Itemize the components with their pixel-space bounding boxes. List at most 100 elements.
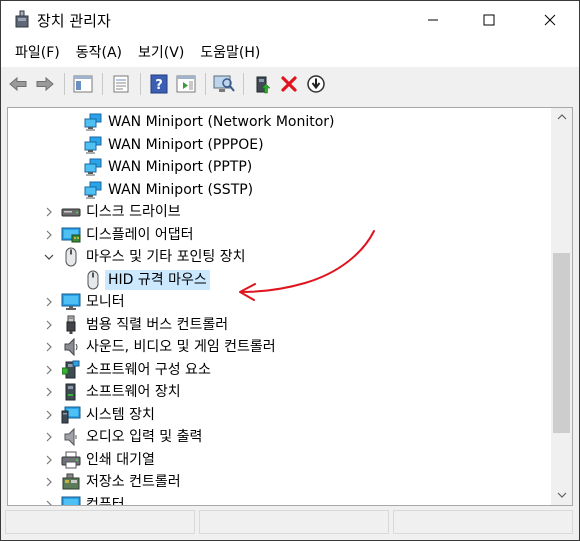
action-pane-button[interactable] (173, 71, 199, 97)
device-manager-window: 장치 관리자 파일(F) 동작(A) 보기(V) 도움말(H) ? WAN Mi… (0, 0, 580, 541)
status-cell (199, 510, 389, 534)
chevron-down-icon (557, 492, 566, 498)
toolbar-separator (102, 73, 103, 95)
status-cell (5, 510, 195, 534)
storage-controller-icon (61, 472, 81, 492)
device-tree-panel: WAN Miniport (Network Monitor) WAN Minipo… (7, 107, 573, 506)
tree-item[interactable]: 디스플레이 어댑터 (8, 224, 551, 247)
printer-icon (61, 450, 81, 470)
minimize-button[interactable] (410, 1, 456, 39)
tree-item-label: 범용 직렬 버스 컨트롤러 (86, 316, 229, 333)
tree-item[interactable]: 디스크 드라이브 (8, 201, 551, 224)
title-bar[interactable]: 장치 관리자 (1, 1, 579, 39)
tree-item[interactable]: 소프트웨어 장치 (8, 381, 551, 404)
menu-bar: 파일(F) 동작(A) 보기(V) 도움말(H) (1, 39, 579, 67)
menu-view[interactable]: 보기(V) (130, 41, 192, 65)
tree-item-label: 인쇄 대기열 (86, 451, 155, 468)
tree-item[interactable]: 저장소 컨트롤러 (8, 471, 551, 494)
close-button[interactable] (527, 1, 573, 39)
show-hide-tree-icon (73, 75, 93, 93)
tree-item-label: WAN Miniport (Network Monitor) (108, 114, 335, 130)
chevron-right-icon[interactable] (43, 296, 55, 308)
forward-button[interactable] (32, 71, 58, 97)
vertical-scrollbar[interactable] (551, 108, 572, 505)
tree-item-label: 모니터 (86, 294, 125, 310)
network-adapter-icon (83, 157, 103, 177)
mouse-icon (83, 270, 103, 290)
display-adapter-icon (61, 225, 81, 245)
chevron-right-icon[interactable] (43, 364, 55, 376)
device-tree: WAN Miniport (Network Monitor) WAN Minipo… (8, 111, 551, 506)
software-component-icon (61, 360, 81, 380)
system-device-icon (61, 405, 81, 425)
chevron-right-icon[interactable] (43, 409, 55, 421)
action-pane-icon (176, 75, 196, 93)
tree-item[interactable]: 인쇄 대기열 (8, 449, 551, 472)
tree-item-label: WAN Miniport (PPPOE) (108, 136, 264, 153)
tree-item[interactable]: WAN Miniport (PPPOE) (8, 134, 551, 157)
toolbar-separator (140, 73, 141, 95)
tree-item[interactable]: WAN Miniport (SSTP) (8, 179, 551, 202)
chevron-right-icon[interactable] (43, 229, 55, 241)
show-hide-tree-button[interactable] (70, 71, 96, 97)
tree-item[interactable]: 오디오 입력 및 출력 (8, 426, 551, 449)
menu-file[interactable]: 파일(F) (7, 41, 68, 65)
chevron-right-icon[interactable] (43, 341, 55, 353)
tree-item[interactable]: 사운드, 비디오 및 게임 컨트롤러 (8, 336, 551, 359)
scroll-up-button[interactable] (551, 108, 572, 125)
menu-help[interactable]: 도움말(H) (192, 41, 268, 65)
tree-item-label: 사운드, 비디오 및 게임 컨트롤러 (86, 339, 276, 355)
scroll-thumb[interactable] (553, 253, 570, 433)
tree-item[interactable]: 컴퓨터 (8, 494, 551, 506)
tree-item[interactable]: 마우스 및 기타 포인팅 장치 (8, 246, 551, 269)
chevron-up-icon (557, 113, 566, 119)
network-adapter-icon (83, 112, 103, 132)
chevron-right-icon[interactable] (43, 386, 55, 398)
chevron-down-icon[interactable] (43, 251, 55, 263)
maximize-icon (483, 14, 495, 26)
uninstall-icon (281, 76, 297, 92)
tree-item-label: 마우스 및 기타 포인팅 장치 (86, 249, 246, 265)
help-icon: ? (150, 74, 168, 94)
audio-io-icon (61, 427, 81, 447)
chevron-right-icon[interactable] (43, 319, 55, 331)
status-bar (1, 508, 579, 540)
tree-item[interactable]: 모니터 (8, 291, 551, 314)
tree-item-label: 시스템 장치 (86, 406, 155, 423)
back-button[interactable] (5, 71, 31, 97)
tree-item-label: WAN Miniport (PPTP) (108, 159, 253, 175)
computer-icon (61, 495, 81, 505)
properties-button[interactable] (108, 71, 134, 97)
monitor-icon (61, 292, 81, 312)
chevron-right-icon[interactable] (43, 206, 55, 218)
uninstall-button[interactable] (276, 71, 302, 97)
chevron-right-icon[interactable] (43, 499, 55, 505)
chevron-right-icon[interactable] (43, 476, 55, 488)
tree-item[interactable]: WAN Miniport (Network Monitor) (8, 111, 551, 134)
update-driver-button[interactable] (249, 71, 275, 97)
tree-item[interactable]: 소프트웨어 구성 요소 (8, 359, 551, 382)
svg-text:?: ? (155, 78, 163, 93)
network-adapter-icon (83, 180, 103, 200)
maximize-button[interactable] (466, 1, 512, 39)
disk-drive-icon (61, 202, 81, 222)
help-button[interactable]: ? (146, 71, 172, 97)
menu-action[interactable]: 동작(A) (68, 41, 130, 65)
scan-hardware-button[interactable] (211, 71, 237, 97)
tree-item[interactable]: 시스템 장치 (8, 404, 551, 427)
tree-item[interactable]: 범용 직렬 버스 컨트롤러 (8, 314, 551, 337)
speaker-icon (61, 337, 81, 357)
usb-icon (61, 315, 81, 335)
mouse-icon (61, 247, 81, 267)
chevron-right-icon[interactable] (43, 431, 55, 443)
chevron-right-icon[interactable] (43, 454, 55, 466)
tree-item-label: 컴퓨터 (86, 496, 125, 506)
tree-item-label: 오디오 입력 및 출력 (86, 429, 203, 445)
tree-item[interactable]: HID 규격 마우스 (8, 269, 551, 292)
tree-item[interactable]: WAN Miniport (PPTP) (8, 156, 551, 179)
scroll-down-button[interactable] (551, 486, 572, 503)
scan-hardware-icon (213, 75, 235, 92)
network-adapter-icon (83, 135, 103, 155)
tree-item-label: 소프트웨어 장치 (86, 384, 181, 400)
disable-button[interactable] (303, 71, 329, 97)
